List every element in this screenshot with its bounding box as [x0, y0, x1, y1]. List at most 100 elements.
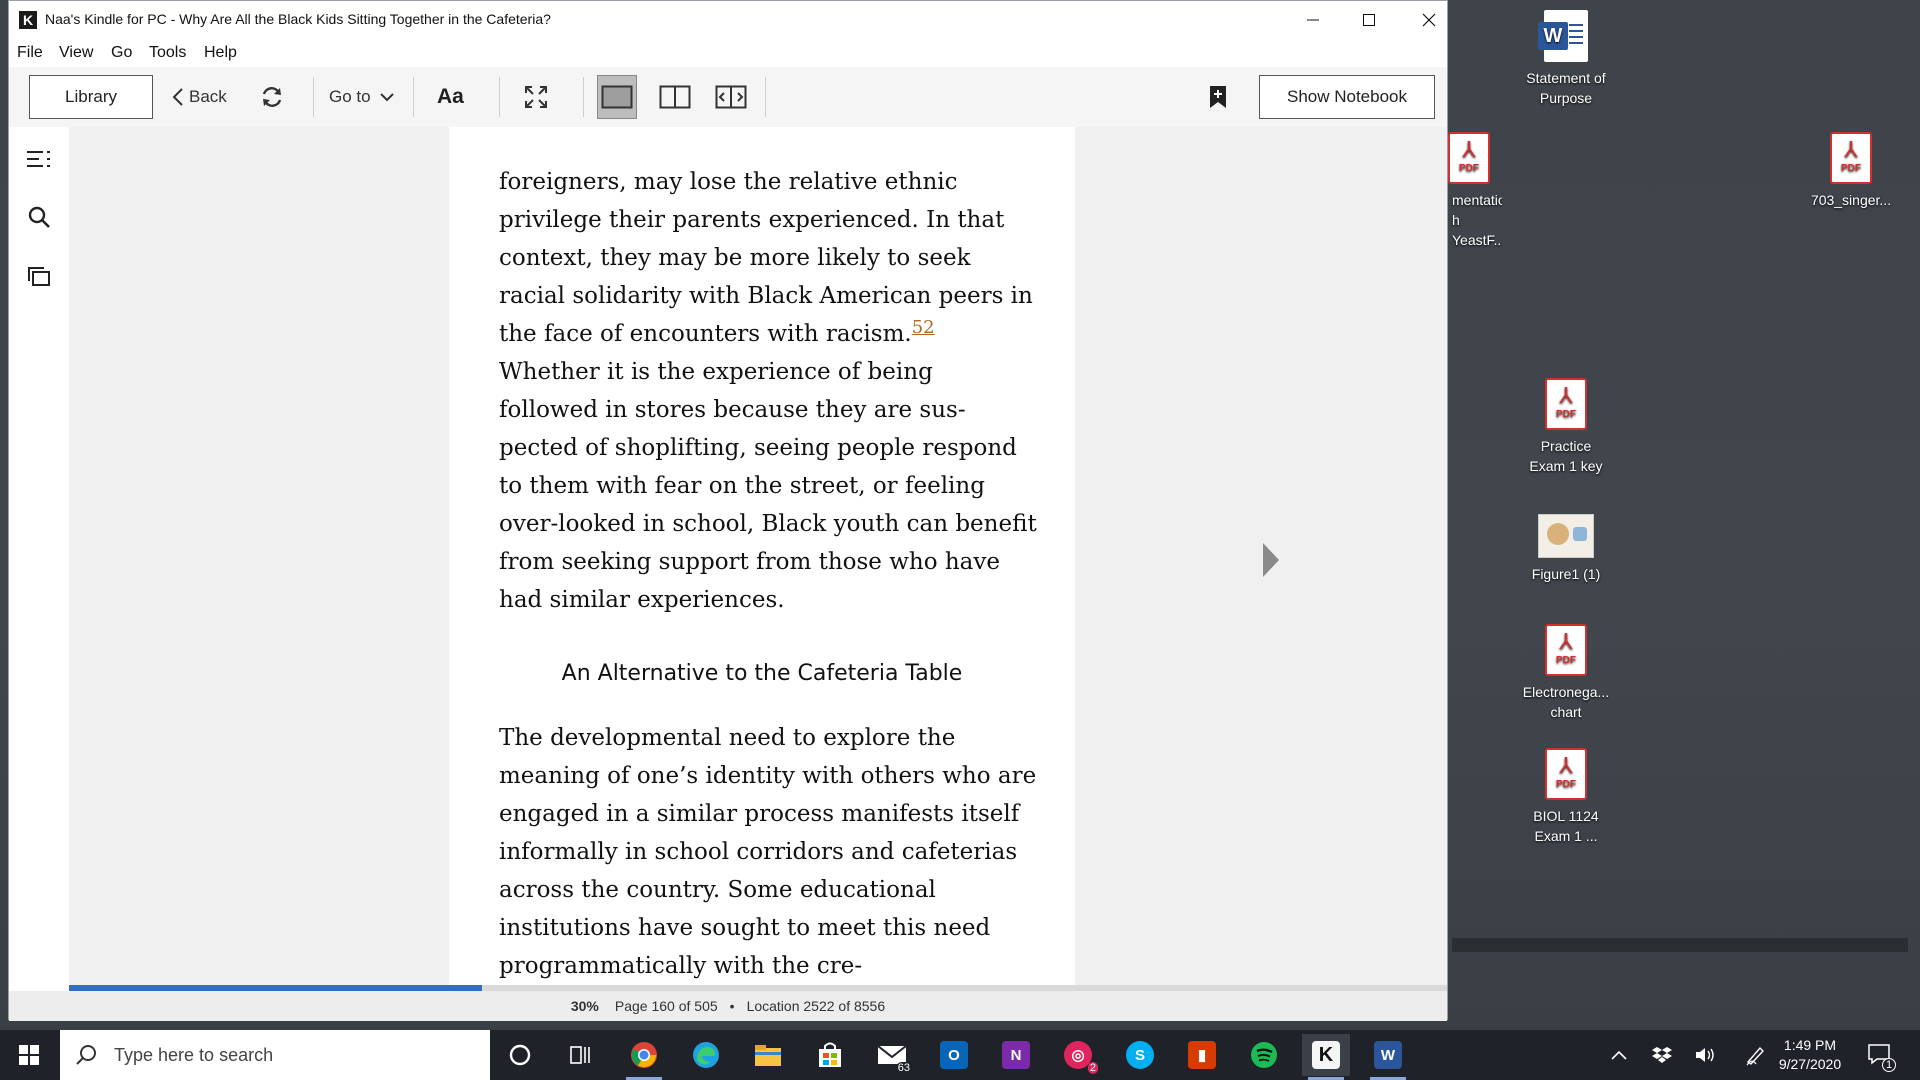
close-button[interactable]: [1399, 1, 1459, 39]
next-page-arrow-icon[interactable]: [1263, 543, 1279, 577]
sync-button[interactable]: [259, 75, 285, 119]
taskbar-word[interactable]: W: [1364, 1034, 1412, 1080]
image-file-icon: [1538, 514, 1594, 558]
system-clock[interactable]: 1:49 PM 9/27/2020: [1760, 1036, 1860, 1074]
desktop-icon-label: chart: [1550, 704, 1582, 720]
kindle-app-icon: K: [19, 11, 37, 29]
skype-icon: S: [1126, 1041, 1154, 1069]
menu-file[interactable]: File: [17, 44, 43, 62]
windows-logo-icon: [19, 1045, 39, 1065]
desktop-icon-practice-exam[interactable]: ⅄ PDF Practice Exam 1 key: [1511, 378, 1621, 476]
minimize-button[interactable]: [1283, 1, 1343, 39]
status-separator: •: [729, 998, 735, 1014]
back-button[interactable]: Back: [171, 75, 227, 119]
desktop-icon-label: Purpose: [1539, 90, 1593, 106]
task-view-button[interactable]: [556, 1034, 604, 1076]
paragraph-text: Whether it is the experience of being fo…: [499, 359, 1037, 613]
notification-count: 1: [1882, 1058, 1897, 1072]
edge-icon: [693, 1042, 719, 1068]
chevron-up-icon[interactable]: [1610, 1048, 1628, 1062]
desktop-icon-label: h YeastF...: [1452, 212, 1502, 248]
footnote-link[interactable]: 52: [912, 317, 935, 338]
taskbar-file-explorer[interactable]: [744, 1034, 792, 1076]
paragraph: The developmental need to explore the me…: [499, 719, 1039, 985]
library-button[interactable]: Library: [29, 75, 153, 119]
table-of-contents-button[interactable]: [25, 145, 53, 173]
taskbar-app-notifications[interactable]: ◎ 2: [1054, 1034, 1102, 1076]
window-title: Naa's Kindle for PC - Why Are All the Bl…: [45, 11, 551, 27]
search-icon: [28, 206, 50, 228]
title-bar: K Naa's Kindle for PC - Why Are All the …: [9, 1, 1447, 39]
bookmark-plus-icon: [1210, 86, 1226, 108]
show-notebook-button[interactable]: Show Notebook: [1259, 75, 1435, 119]
taskbar-kindle[interactable]: K: [1302, 1034, 1350, 1080]
onenote-icon: N: [1002, 1041, 1030, 1069]
chevron-down-icon: [379, 93, 394, 102]
desktop-icon-label: Practice: [1540, 438, 1592, 454]
desktop-icon-electronegativity[interactable]: ⅄ PDF Electronega... chart: [1511, 624, 1621, 722]
two-column-icon: [659, 85, 691, 109]
word-document-icon: W: [1538, 10, 1588, 62]
taskbar-search[interactable]: Type here to search: [60, 1030, 490, 1080]
taskbar-mail[interactable]: 63: [868, 1034, 916, 1076]
fullscreen-icon: [525, 86, 547, 108]
single-page-view-button[interactable]: [597, 75, 637, 119]
page-flip-view-button[interactable]: [715, 75, 747, 119]
taskbar-edge[interactable]: [682, 1034, 730, 1076]
taskbar-chrome[interactable]: [620, 1034, 668, 1080]
desktop-icon-figure1[interactable]: Figure1 (1): [1511, 514, 1621, 584]
desktop-icon-biol-exam[interactable]: ⅄ PDF BIOL 1124 Exam 1 ...: [1511, 748, 1621, 846]
location-indicator: Location 2522 of 8556: [746, 998, 886, 1014]
word-icon: W: [1374, 1041, 1402, 1069]
fullscreen-button[interactable]: [523, 75, 549, 119]
cortana-button[interactable]: [496, 1034, 544, 1076]
maximize-button[interactable]: [1339, 1, 1399, 39]
outlook-icon: O: [940, 1041, 968, 1069]
toolbar: Library Back Go to Aa Show Notebook: [9, 67, 1447, 128]
taskbar: Type here to search 63 O N ◎ 2 S ▮ K W 1…: [0, 1030, 1920, 1080]
percent-read: 30%: [570, 998, 599, 1014]
desktop-icon-label: Exam 1 ...: [1534, 828, 1598, 844]
pdf-file-icon: ⅄ PDF: [1830, 132, 1872, 184]
desktop-icon-label: BIOL 1124: [1533, 808, 1599, 824]
menu-view[interactable]: View: [59, 44, 93, 62]
desktop-icon-703-singer[interactable]: ⅄ PDF 703_singer...: [1796, 132, 1906, 210]
section-heading: An Alternative to the Cafeteria Table: [561, 661, 963, 686]
start-button[interactable]: [0, 1030, 58, 1080]
add-bookmark-button[interactable]: [1209, 75, 1227, 119]
paragraph-text: foreigners, may lose the relative ethnic…: [499, 169, 1033, 347]
go-to-label: Go to: [329, 87, 371, 106]
pdf-file-icon: ⅄ PDF: [1545, 748, 1587, 800]
menu-go[interactable]: Go: [111, 44, 132, 62]
toolbar-divider: [413, 77, 414, 117]
desktop-icon-label: Exam 1 key: [1529, 458, 1603, 474]
page-indicator: Page 160 of 505: [614, 998, 718, 1014]
taskbar-skype[interactable]: S: [1116, 1034, 1164, 1076]
paragraph-text: The developmental need to explore the me…: [499, 725, 1037, 979]
menu-tools[interactable]: Tools: [149, 44, 186, 62]
two-column-view-button[interactable]: [659, 75, 691, 119]
taskbar-outlook[interactable]: O: [930, 1034, 978, 1076]
chevron-left-icon: [172, 88, 183, 106]
cards-button[interactable]: [25, 263, 53, 291]
go-to-dropdown[interactable]: Go to: [329, 75, 395, 119]
dropbox-icon[interactable]: [1652, 1046, 1672, 1064]
desktop-icon-label: Figure1 (1): [1531, 566, 1601, 582]
volume-icon[interactable]: [1694, 1046, 1716, 1064]
taskbar-store[interactable]: [806, 1034, 854, 1076]
store-icon: [819, 1042, 841, 1067]
font-settings-button[interactable]: Aa: [437, 75, 464, 119]
menu-help[interactable]: Help: [204, 44, 237, 62]
search-book-button[interactable]: [25, 203, 53, 231]
taskbar-office[interactable]: ▮: [1178, 1034, 1226, 1076]
taskbar-spotify[interactable]: [1240, 1034, 1288, 1076]
page-flip-icon: [715, 85, 747, 109]
search-icon: [74, 1043, 98, 1067]
close-icon: [1422, 13, 1436, 27]
taskbar-onenote[interactable]: N: [992, 1034, 1040, 1076]
flashcards-icon: [28, 267, 50, 286]
desktop-icon-statement-of-purpose[interactable]: W Statement of Purpose: [1511, 10, 1621, 108]
desktop-icon-label: mentation: [1452, 192, 1502, 208]
action-center-button[interactable]: 1: [1866, 1030, 1897, 1080]
desktop-icon-label: 703_singer...: [1810, 192, 1892, 208]
